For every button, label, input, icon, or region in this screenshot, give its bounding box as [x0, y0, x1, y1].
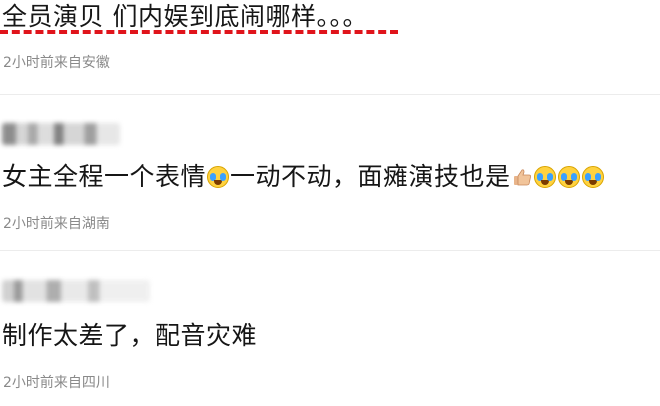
comment-item-3: 制作太差了，配音灾难 2小时前来自四川 — [0, 251, 660, 406]
comment-item-1: 全员演贝 们内娱到底闹哪样。。。 2小时前来自安徽 — [0, 0, 660, 90]
comment-text: 制作太差了，配音灾难 — [2, 321, 258, 350]
laugh-cry-emoji-icon — [581, 166, 604, 188]
laugh-cry-emoji-icon — [557, 166, 580, 188]
laugh-cry-emoji-icon — [533, 166, 556, 188]
comment-text-part: 一动不动，面瘫演技也是 — [230, 162, 511, 191]
comment-text-part: 女主全程一个表情 — [2, 162, 207, 191]
comment-text: 全员演贝 们内娱到底闹哪样。。。 — [2, 2, 368, 31]
comment-meta: 2小时前来自四川 — [3, 375, 110, 391]
thumbs-up-icon — [513, 169, 531, 186]
laugh-cry-emoji-icon — [207, 166, 230, 188]
comment-meta: 2小时前来自安徽 — [3, 55, 110, 71]
comment-meta: 2小时前来自湖南 — [3, 216, 110, 232]
red-dashed-underline — [0, 30, 398, 34]
comment-item-2: 女主全程一个表情 一动不动，面瘫演技也是 2小时前来自湖南 — [0, 95, 660, 245]
comment-text: 女主全程一个表情 一动不动，面瘫演技也是 — [2, 160, 605, 194]
blurred-username[interactable] — [2, 123, 120, 145]
blurred-username[interactable] — [2, 280, 150, 302]
